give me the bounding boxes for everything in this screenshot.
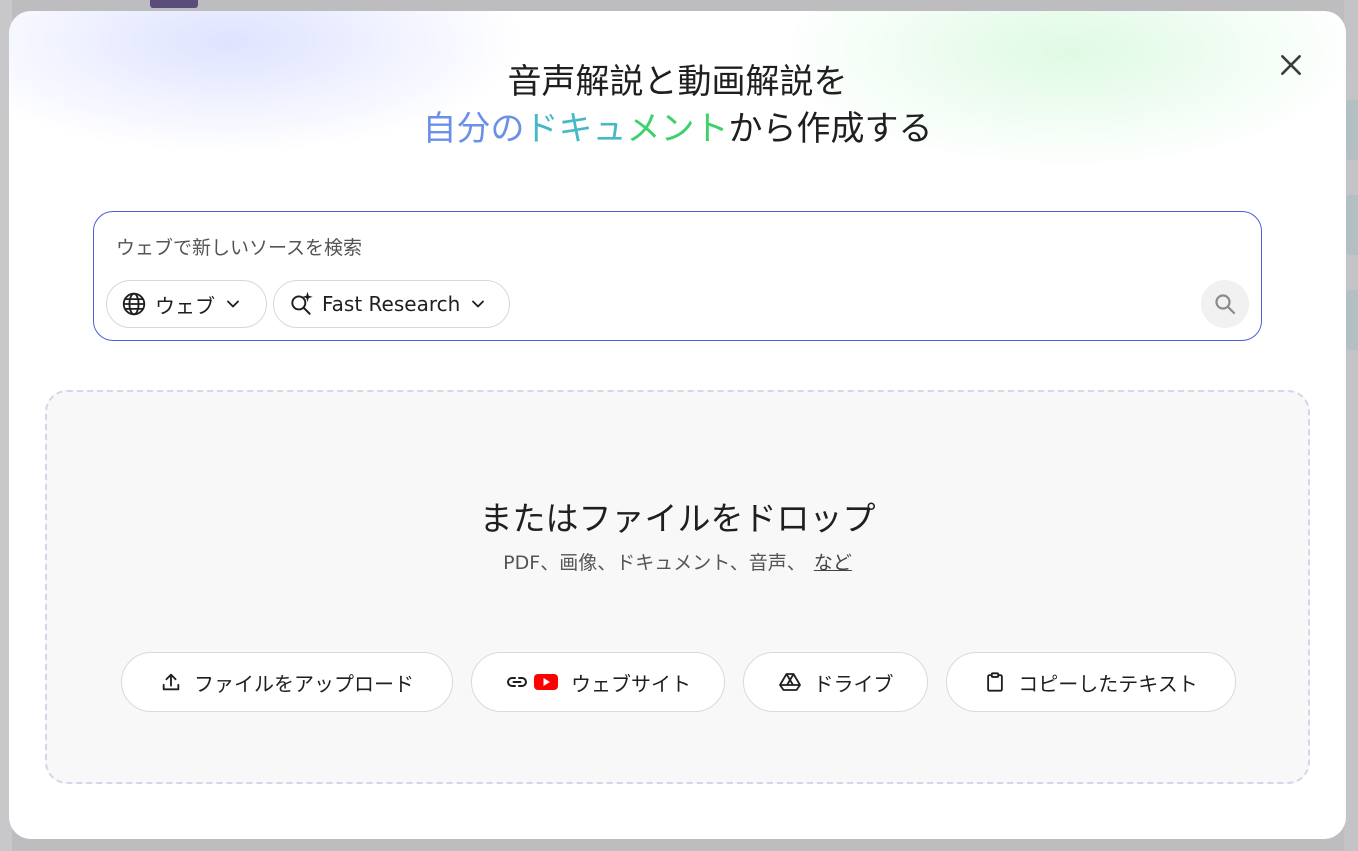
upload-file-button[interactable]: ファイルをアップロード xyxy=(121,652,453,712)
source-type-label: ウェブ xyxy=(155,293,215,318)
add-website-label: ウェブサイト xyxy=(571,671,691,696)
headline-highlight-c: メント xyxy=(626,109,729,149)
supported-formats-text: PDF、画像、ドキュメント、音声、 xyxy=(503,552,806,574)
headline-line-1: 音声解説と動画解説を xyxy=(507,62,848,102)
drive-icon xyxy=(778,673,801,691)
globe-icon xyxy=(122,292,146,316)
add-sources-dialog: 音声解説と動画解説を 自分のドキュメントから作成する ウェブ Fast Re xyxy=(9,11,1346,839)
source-type-dropdown[interactable]: ウェブ xyxy=(106,280,267,328)
file-drop-zone[interactable]: またはファイルをドロップ PDF、画像、ドキュメント、音声、 など ファイルをアッ… xyxy=(45,390,1310,784)
web-search-input[interactable] xyxy=(116,234,1016,262)
chevron-down-icon xyxy=(472,300,485,308)
search-submit-button[interactable] xyxy=(1201,280,1249,328)
website-icons xyxy=(505,670,559,694)
drop-zone-subtitle: PDF、画像、ドキュメント、音声、 など xyxy=(47,548,1308,575)
background-right-item xyxy=(1344,100,1358,160)
upload-icon xyxy=(162,673,180,691)
sparkle-search-icon xyxy=(291,291,313,315)
background-right-item xyxy=(1344,290,1358,350)
background-tab-indicator xyxy=(150,0,198,8)
clipboard-icon xyxy=(987,672,1004,692)
research-mode-label: Fast Research xyxy=(322,292,461,316)
search-icon xyxy=(1215,294,1236,315)
google-drive-label: ドライブ xyxy=(813,671,894,696)
headline-line-2: 自分のドキュメントから作成する xyxy=(9,103,1346,155)
web-search-box: ウェブ Fast Research xyxy=(93,211,1262,341)
drop-zone-title: またはファイルをドロップ xyxy=(479,499,876,538)
link-icon xyxy=(507,677,527,687)
add-website-button[interactable]: ウェブサイト xyxy=(471,652,725,712)
upload-file-label: ファイルをアップロード xyxy=(194,671,414,696)
background-right-item xyxy=(1344,195,1358,255)
chevron-down-icon xyxy=(227,300,239,308)
headline-highlight-a: 自分の xyxy=(422,109,525,149)
more-formats-link[interactable]: など xyxy=(814,552,852,574)
google-drive-button[interactable]: ドライブ xyxy=(743,652,928,712)
paste-text-button[interactable]: コピーしたテキスト xyxy=(946,652,1236,712)
youtube-icon xyxy=(534,674,558,690)
paste-text-label: コピーしたテキスト xyxy=(1018,671,1198,696)
dialog-headline: 音声解説と動画解説を 自分のドキュメントから作成する xyxy=(9,61,1346,155)
headline-suffix: から作成する xyxy=(728,109,933,149)
research-mode-dropdown[interactable]: Fast Research xyxy=(273,280,510,328)
headline-highlight-b: ドキュ xyxy=(524,109,627,149)
